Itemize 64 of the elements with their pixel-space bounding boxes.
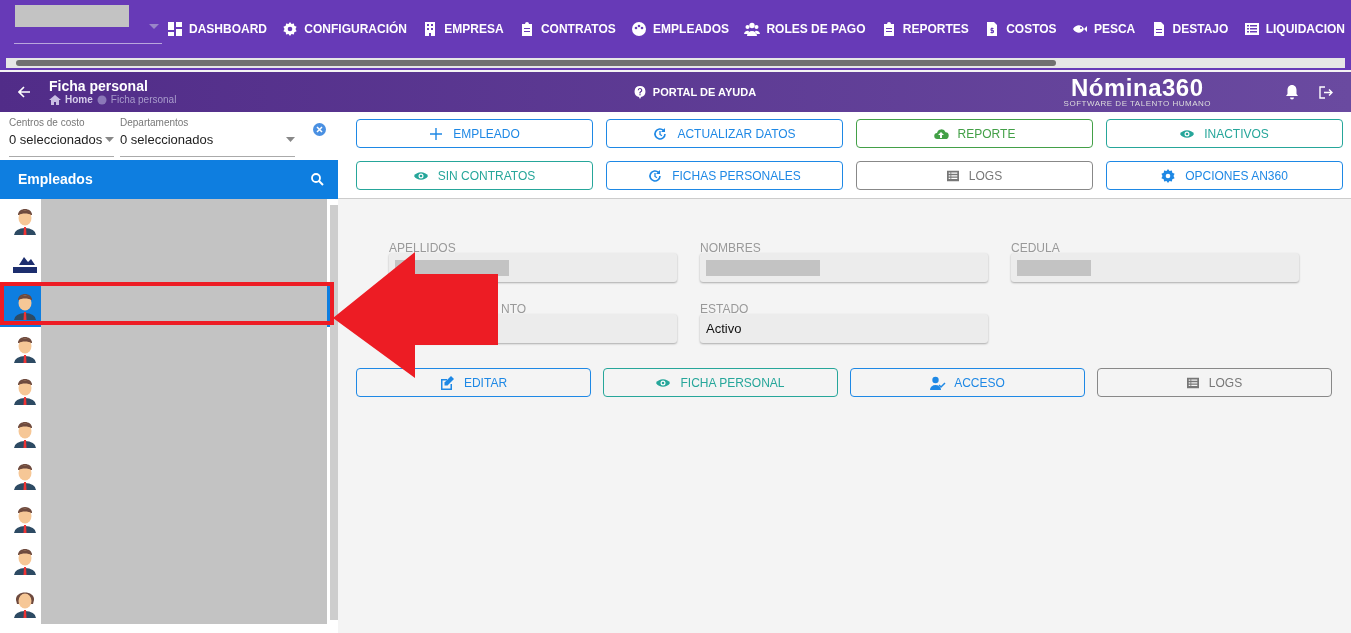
nav-menu-item[interactable]: ROLES DE PAGO: [745, 19, 866, 38]
cloud-upload-icon: [933, 126, 948, 141]
filter-select[interactable]: 0 seleccionados: [120, 129, 295, 149]
filter-value: 0 seleccionados: [120, 130, 214, 149]
filter-label: Departamentos: [120, 115, 190, 130]
document-icon: [1151, 21, 1166, 36]
field-label: NTO: [500, 301, 528, 314]
logout-icon[interactable]: [1319, 85, 1333, 99]
refresh-icon: [653, 126, 668, 141]
plus-icon: [429, 126, 444, 141]
list-icon: [946, 169, 959, 182]
logo-text: Nómina360: [1070, 76, 1205, 100]
back-arrow-icon[interactable]: [18, 86, 31, 98]
horizontal-scrollbar[interactable]: [6, 58, 1345, 68]
settings-icon: [283, 21, 298, 36]
home-icon: [49, 94, 61, 105]
edit-icon: [439, 375, 454, 390]
dollar-document-icon: [985, 21, 1000, 36]
nav-menu-item[interactable]: EMPRESA: [423, 19, 504, 38]
caret-icon[interactable]: [149, 23, 159, 30]
outline-button[interactable]: FICHAS PERSONALES: [606, 161, 843, 190]
refresh-icon: [648, 168, 663, 183]
field-label: CEDULA: [1011, 240, 1061, 253]
nav-menu-item[interactable]: EMPLEADOS: [632, 19, 730, 38]
outline-button[interactable]: OPCIONES AN360: [1106, 161, 1343, 190]
help-icon: [633, 85, 646, 99]
field-value: Activo: [706, 319, 742, 338]
vertical-scrollbar[interactable]: [330, 205, 338, 620]
nav-menu-item[interactable]: CONFIGURACIÓN: [283, 19, 407, 38]
clipboard-icon: [519, 21, 534, 36]
nav-menu-item[interactable]: COSTOS: [985, 19, 1057, 38]
field-label: NOMBRES: [700, 240, 762, 253]
filter-label: Centros de costo: [9, 115, 86, 130]
nav-menu-item[interactable]: DASHBOARD: [168, 19, 267, 38]
users-icon: [745, 21, 760, 36]
field-label: APELLIDOS: [389, 240, 457, 253]
clipboard-icon: [881, 21, 896, 36]
breadcrumb-link[interactable]: Home: [65, 94, 93, 106]
field-label: ESTADO: [700, 301, 750, 314]
nav-menu-item[interactable]: REPORTES: [881, 19, 969, 38]
help-portal-link[interactable]: PORTAL DE AYUDA: [633, 83, 757, 101]
search-icon[interactable]: [311, 173, 324, 186]
nav-menu-item[interactable]: CONTRATOS: [519, 19, 616, 38]
list-icon: [1186, 376, 1199, 389]
breadcrumb-current: Ficha personal: [110, 94, 177, 106]
bell-icon[interactable]: [1285, 84, 1299, 100]
caret-icon: [105, 136, 114, 142]
logo-tagline: SOFTWARE DE TALENTO HUMANO: [1063, 100, 1211, 108]
outline-button[interactable]: LOGS: [856, 161, 1093, 190]
caret-icon: [286, 136, 295, 142]
employees-title: Empleados: [18, 170, 93, 189]
nav-menu-item[interactable]: DESTAJO: [1151, 19, 1229, 38]
list-icon: [1244, 21, 1259, 36]
page-title: Ficha personal: [49, 78, 149, 95]
outline-button[interactable]: LOGS: [1097, 368, 1332, 397]
nav-menu-item[interactable]: PESCA: [1072, 19, 1136, 38]
outline-button[interactable]: EMPLEADO: [356, 119, 593, 148]
nav-menu-item[interactable]: LIQUIDACION: [1244, 19, 1345, 38]
clear-filter-icon[interactable]: [313, 123, 326, 136]
building-icon: [423, 21, 438, 36]
grid-icon: [168, 21, 182, 36]
user-check-icon: [930, 375, 945, 390]
settings-icon: [1161, 168, 1176, 183]
outline-button[interactable]: ACTUALIZAR DATOS: [606, 119, 843, 148]
